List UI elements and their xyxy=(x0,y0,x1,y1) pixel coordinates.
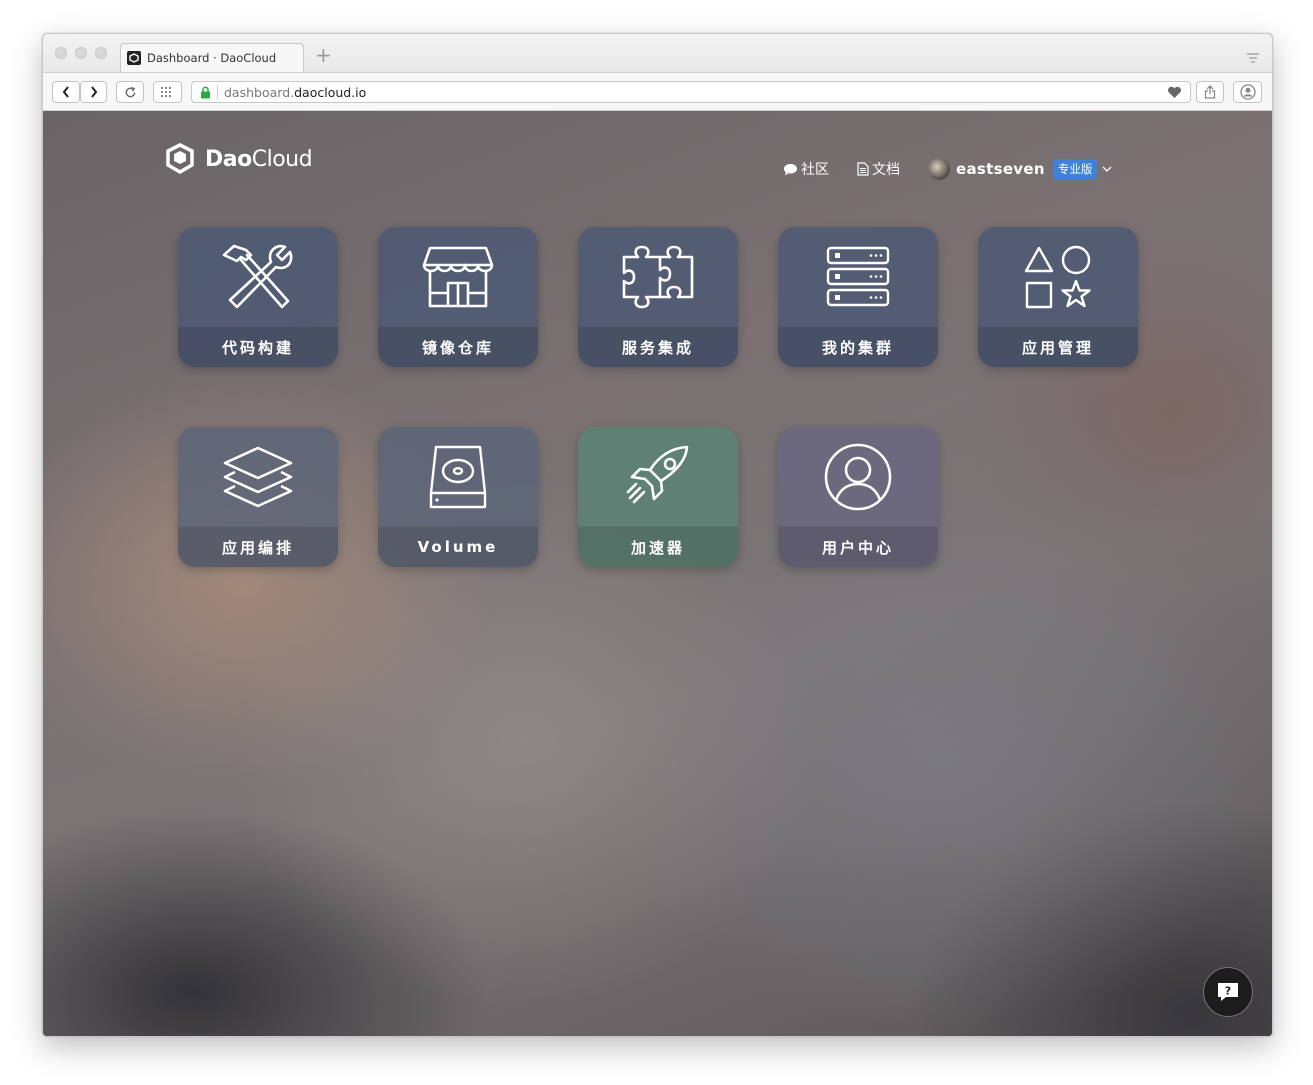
tile-label: 代码构建 xyxy=(178,326,338,367)
tile-label: 加速器 xyxy=(578,526,738,567)
address-bar[interactable]: dashboard. daocloud.io xyxy=(191,81,1191,103)
person-circle-icon xyxy=(1239,84,1256,100)
browser-toolbar: dashboard. daocloud.io xyxy=(43,72,1272,111)
page-viewport: Dao Cloud 社区 文档 eastseven 专业版 代码构建 镜像仓库 … xyxy=(43,111,1272,1036)
top-sites-button[interactable] xyxy=(153,81,182,103)
tile-volume[interactable]: Volume xyxy=(378,427,538,567)
chevron-left-icon xyxy=(62,86,69,98)
puzzle-icon xyxy=(622,245,694,309)
url-subdomain: dashboard. xyxy=(224,84,295,100)
reload-icon xyxy=(125,86,135,97)
layers-icon xyxy=(223,446,293,508)
nav-community-link[interactable]: 社区 xyxy=(783,159,829,179)
tab-overview-icon[interactable] xyxy=(1246,48,1260,67)
chevron-down-icon xyxy=(1102,166,1112,172)
username: eastseven xyxy=(956,160,1045,178)
chevron-right-icon xyxy=(90,86,97,98)
tile-user-center[interactable]: 用户中心 xyxy=(778,427,938,567)
nav-docs-label: 文档 xyxy=(872,162,900,178)
tile-app-management[interactable]: 应用管理 xyxy=(978,227,1138,367)
tile-label: 应用管理 xyxy=(978,326,1138,367)
chat-bubble-icon xyxy=(784,163,797,175)
share-button[interactable] xyxy=(1196,81,1224,103)
top-nav: 社区 文档 eastseven 专业版 xyxy=(783,158,1112,180)
daocloud-logo-icon xyxy=(166,143,194,175)
account-button[interactable] xyxy=(1233,81,1262,103)
nav-community-label: 社区 xyxy=(801,162,829,178)
rocket-icon xyxy=(626,445,689,504)
tile-accelerator[interactable]: 加速器 xyxy=(578,427,738,567)
tab-title: Dashboard · DaoCloud xyxy=(147,51,277,65)
tile-label: 镜像仓库 xyxy=(378,326,538,367)
user-menu[interactable]: eastseven 专业版 xyxy=(928,158,1112,180)
help-chat-button[interactable]: ? xyxy=(1203,967,1253,1017)
tools-icon xyxy=(222,244,293,309)
logo-text-dao: Dao xyxy=(205,146,252,172)
tile-code-build[interactable]: 代码构建 xyxy=(178,227,338,367)
reload-button[interactable] xyxy=(116,81,144,103)
store-icon xyxy=(422,246,494,308)
nav-docs-link[interactable]: 文档 xyxy=(857,159,900,179)
lock-icon xyxy=(201,86,210,98)
tile-label: 用户中心 xyxy=(778,526,938,567)
browser-window: Dashboard · DaoCloud + dashboard. daoclou… xyxy=(42,33,1273,1037)
help-chat-icon: ? xyxy=(1218,983,1238,1001)
tile-image-registry[interactable]: 镜像仓库 xyxy=(378,227,538,367)
plan-badge: 专业版 xyxy=(1052,159,1098,179)
new-tab-button[interactable]: + xyxy=(315,45,332,65)
daocloud-favicon-icon xyxy=(127,51,141,65)
logo-text-cloud: Cloud xyxy=(251,146,313,172)
shapes-icon xyxy=(1024,245,1091,309)
heart-icon xyxy=(1167,86,1181,98)
share-icon xyxy=(1204,85,1216,99)
title-bar: Dashboard · DaoCloud + xyxy=(43,34,1272,72)
avatar xyxy=(928,158,950,180)
back-button[interactable] xyxy=(52,81,80,103)
close-window-button[interactable] xyxy=(55,47,67,59)
tile-label: 服务集成 xyxy=(578,326,738,367)
favorite-button[interactable] xyxy=(1160,81,1188,103)
tile-my-clusters[interactable]: 我的集群 xyxy=(778,227,938,367)
tile-label: 应用编排 xyxy=(178,526,338,567)
svg-text:?: ? xyxy=(1225,985,1231,998)
address-separator xyxy=(217,85,218,99)
server-icon xyxy=(826,246,890,307)
minimize-window-button[interactable] xyxy=(75,47,87,59)
disk-icon xyxy=(429,445,487,509)
tile-service-integration[interactable]: 服务集成 xyxy=(578,227,738,367)
forward-button[interactable] xyxy=(80,81,107,103)
tile-label: 我的集群 xyxy=(778,326,938,367)
grid-icon xyxy=(161,87,171,97)
zoom-window-button[interactable] xyxy=(95,47,107,59)
tile-label: Volume xyxy=(378,526,538,567)
user-icon xyxy=(824,443,892,511)
document-icon xyxy=(857,162,869,176)
url-domain: daocloud.io xyxy=(294,84,367,100)
tile-app-orchestration[interactable]: 应用编排 xyxy=(178,427,338,567)
daocloud-logo[interactable]: Dao Cloud xyxy=(165,143,313,175)
browser-tab[interactable]: Dashboard · DaoCloud xyxy=(120,43,304,72)
